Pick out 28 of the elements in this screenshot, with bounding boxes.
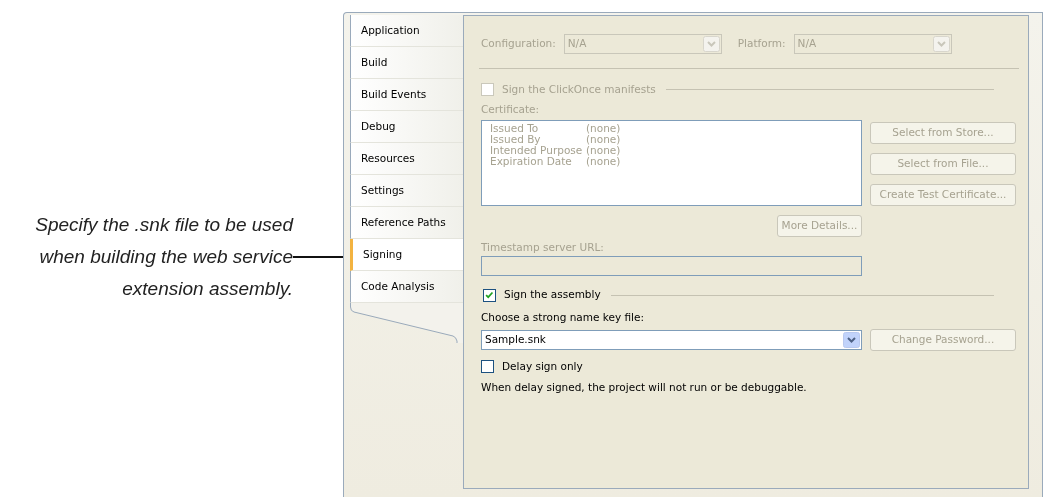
annotation-text: Specify the .snk file to be used when building the web service extension assembly. — [34, 212, 293, 301]
tab[interactable]: Build — [350, 47, 463, 79]
tab[interactable]: Settings — [350, 175, 463, 207]
tab[interactable]: Reference Paths — [350, 207, 463, 239]
tab[interactable]: Signing — [350, 239, 463, 271]
checkbox[interactable] — [483, 288, 496, 302]
key-file-label: Choose a strong name key file: — [481, 310, 645, 325]
configuration-label: Configuration: — [481, 36, 556, 52]
certificate-field-value: (none) — [586, 121, 621, 134]
certificate-label: Certificate: — [481, 101, 541, 117]
tab[interactable]: Resources — [350, 143, 463, 175]
certificate-field-name: Expiration Date — [490, 155, 572, 167]
checkbox[interactable] — [481, 360, 494, 374]
tab[interactable]: Debug — [350, 111, 463, 143]
certificate-field-name: Intended Purpose — [490, 144, 584, 156]
timestamp-label: Timestamp server URL: — [481, 239, 605, 255]
checkbox-label: Sign the ClickOnce manifests — [502, 82, 656, 97]
tab[interactable]: Application — [350, 15, 463, 47]
certificate-field-name: Issued To — [490, 122, 540, 134]
tab[interactable]: Build Events — [350, 79, 463, 111]
checkbox-label: Delay sign only — [502, 358, 583, 374]
checkbox-label: Sign the assembly — [504, 287, 601, 303]
key-file-dropdown[interactable]: Sample.snk — [481, 329, 862, 350]
platform-label: Platform: — [737, 36, 786, 52]
tab[interactable]: Code Analysis — [350, 271, 463, 303]
leader-line — [293, 255, 343, 258]
certificate-field-name: Issued By — [490, 133, 542, 145]
note-text: When delay signed, the project will not run or be debuggable. — [481, 379, 808, 395]
